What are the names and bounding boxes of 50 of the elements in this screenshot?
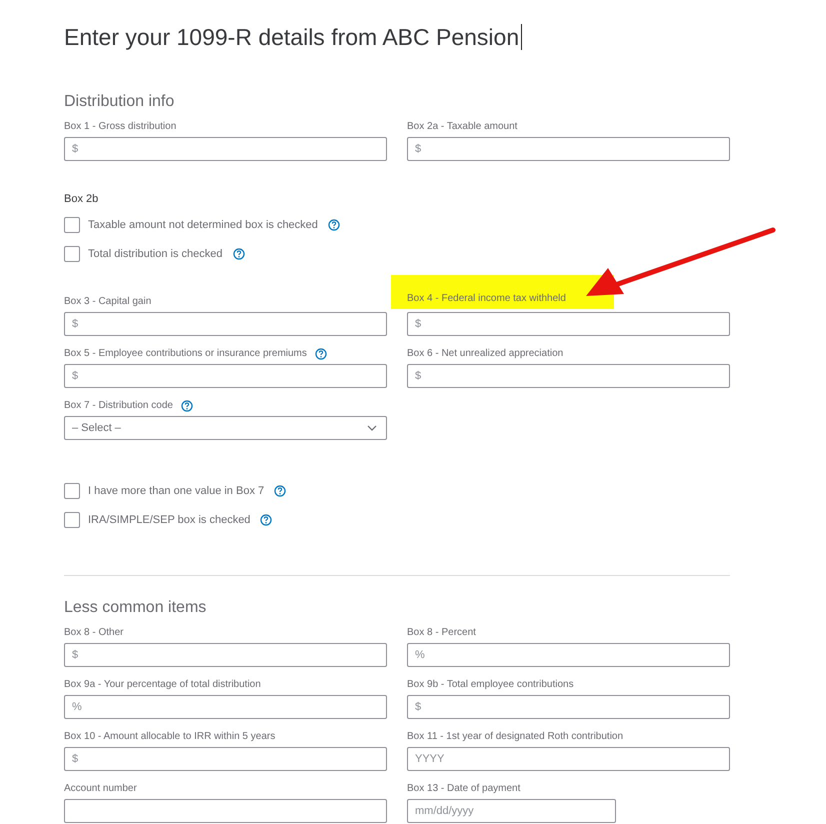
checkbox[interactable] xyxy=(64,246,80,262)
field-label: Box 8 - Percent xyxy=(407,626,476,640)
input-field[interactable] xyxy=(64,799,387,823)
checkbox-label: Taxable amount not determined box is checked xyxy=(88,219,318,231)
chevron-down-icon xyxy=(367,425,377,431)
field-label: Box 2a - Taxable amount xyxy=(407,120,518,134)
help-icon[interactable] xyxy=(260,514,272,526)
input-field[interactable]: mm/dd/yyyy xyxy=(407,799,616,823)
checkbox[interactable] xyxy=(64,512,80,528)
help-icon[interactable] xyxy=(180,400,193,412)
field-label: Box 5 - Employee contributions or insurance premiums xyxy=(64,347,307,361)
field-label: Account number xyxy=(64,782,137,796)
input-field[interactable]: $ xyxy=(64,137,387,161)
field-label: Box 7 - Distribution code xyxy=(64,399,173,413)
field-label: Box 3 - Capital gain xyxy=(64,295,152,309)
checkbox-label: IRA/SIMPLE/SEP box is checked xyxy=(88,514,250,526)
checkbox-label: Total distribution is checked xyxy=(88,248,223,260)
field-label: Box 10 - Amount allocable to IRR within 5 years xyxy=(64,730,276,744)
field-label: Box 8 - Other xyxy=(64,626,124,640)
input-field[interactable]: $ xyxy=(64,364,387,388)
input-field[interactable]: $ xyxy=(407,137,730,161)
dropdown[interactable]: – Select – xyxy=(64,416,387,440)
text-cursor xyxy=(521,24,522,50)
help-icon[interactable] xyxy=(314,348,327,360)
input-field[interactable]: % xyxy=(407,643,730,667)
input-field[interactable]: $ xyxy=(407,695,730,719)
input-field[interactable]: YYYY xyxy=(407,747,730,771)
field-label: Box 13 - Date of payment xyxy=(407,782,520,796)
group-label: Box 2b xyxy=(64,193,100,205)
input-field[interactable]: $ xyxy=(64,312,387,336)
section-heading: Distribution info xyxy=(64,92,176,112)
input-field[interactable]: $ xyxy=(64,643,387,667)
field-label: Box 9b - Total employee contributions xyxy=(407,678,574,692)
page-title: Enter your 1099-R details from ABC Pension xyxy=(64,23,520,52)
field-label: Box 9a - Your percentage of total distribution xyxy=(64,678,261,692)
input-field[interactable]: $ xyxy=(407,312,730,336)
field-label: Box 11 - 1st year of designated Roth contribution xyxy=(407,730,624,744)
input-field[interactable]: % xyxy=(64,695,387,719)
section-heading: Less common items xyxy=(64,598,208,618)
checkbox-label: I have more than one value in Box 7 xyxy=(88,485,264,497)
help-icon[interactable] xyxy=(274,485,286,497)
checkbox[interactable] xyxy=(64,217,80,233)
input-field[interactable]: $ xyxy=(64,747,387,771)
field-label: Box 4 - Federal income tax withheld xyxy=(391,275,614,309)
help-icon[interactable] xyxy=(232,248,245,260)
field-label: Box 6 - Net unrealized appreciation xyxy=(407,347,564,361)
field-label: Box 1 - Gross distribution xyxy=(64,120,176,134)
input-field[interactable]: $ xyxy=(407,364,730,388)
help-icon[interactable] xyxy=(328,219,340,231)
checkbox[interactable] xyxy=(64,483,80,499)
